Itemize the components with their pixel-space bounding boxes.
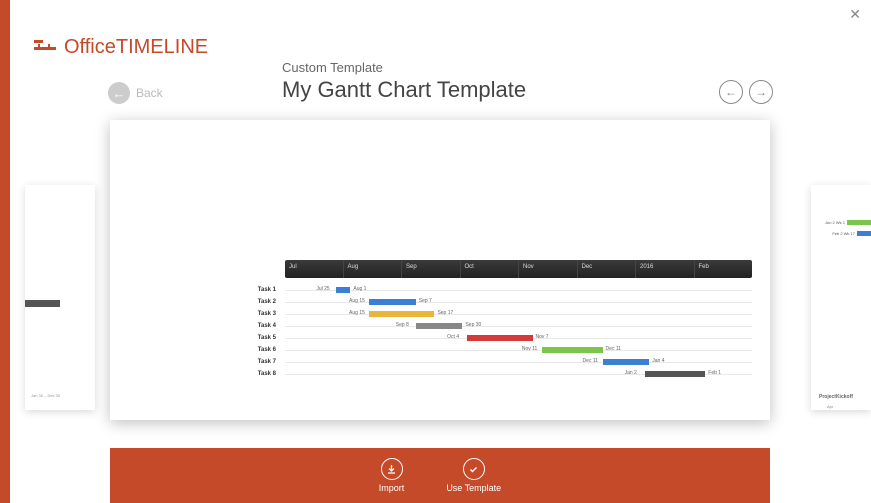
timescale-month: Dec <box>577 260 636 278</box>
page-title: My Gantt Chart Template <box>282 77 526 103</box>
task-track: Oct 4 Nov 7 <box>285 332 752 344</box>
task-label: Task 2 <box>238 299 276 305</box>
use-template-button[interactable]: Use Template <box>446 458 501 493</box>
task-track: Nov 11 Dec 11 <box>285 344 752 356</box>
gantt-row: Task 3 Aug 15 Sep 17 <box>110 308 770 320</box>
gantt-row: Task 6 Nov 11 Dec 11 <box>110 344 770 356</box>
next-template-button[interactable]: → <box>749 80 773 104</box>
use-template-label: Use Template <box>446 483 501 493</box>
task-track: Jan 2 Feb 1 <box>285 368 752 380</box>
timescale-month: Oct <box>460 260 519 278</box>
timescale-month: Feb <box>694 260 753 278</box>
task-end-label: Aug 1 <box>353 286 366 292</box>
timescale-month: Sep <box>401 260 460 278</box>
logo-text-b: TIMELINE <box>116 36 208 58</box>
task-bar <box>645 371 706 377</box>
neighbor-right-row: Feb 2 Wk 17 <box>811 228 871 239</box>
task-label: Task 5 <box>238 335 276 341</box>
neighbor-right-row: Jun 2 Wk 1 <box>811 217 871 228</box>
back-label: Back <box>136 86 163 100</box>
task-label: Task 8 <box>238 371 276 377</box>
header: Custom Template My Gantt Chart Template <box>282 60 526 103</box>
back-button[interactable]: ← Back <box>108 82 163 104</box>
gantt-row: Task 7 Dec 11 Jan 4 <box>110 356 770 368</box>
gantt-row: Task 8 Jan 2 Feb 1 <box>110 368 770 380</box>
task-start-label: Sep 8 <box>396 322 409 328</box>
task-bar <box>416 323 463 329</box>
neighbor-right-axis: Apr <box>827 404 833 409</box>
task-label: Task 7 <box>238 359 276 365</box>
action-bar: Import Use Template <box>110 448 770 503</box>
task-end-label: Sep 7 <box>419 298 432 304</box>
task-bar <box>369 299 416 305</box>
import-label: Import <box>379 483 405 493</box>
task-end-label: Sep 30 <box>465 322 481 328</box>
task-start-label: Oct 4 <box>447 334 459 340</box>
neighbor-right-title: ProjectKickoff <box>819 394 853 400</box>
logo-text: OfficeTIMELINE <box>64 36 208 59</box>
task-end-label: Jan 4 <box>652 358 664 364</box>
nav-arrows: ← → <box>719 80 773 104</box>
task-track: Sep 8 Sep 30 <box>285 320 752 332</box>
task-end-label: Dec 11 <box>606 346 621 352</box>
template-preview: JulAugSepOctNovDec2016Feb Task 1 Jul 25 Au… <box>110 120 770 420</box>
task-start-label: Nov 11 <box>522 346 537 352</box>
timescale-month: Nov <box>518 260 577 278</box>
task-bar <box>336 287 350 293</box>
prev-template-button[interactable]: ← <box>719 80 743 104</box>
neighbor-right-row-label: Feb 2 Wk 17 <box>832 231 855 236</box>
subtitle: Custom Template <box>282 60 526 75</box>
timescale-month: Aug <box>343 260 402 278</box>
task-start-label: Aug 15 <box>349 298 365 304</box>
task-bar <box>542 347 603 353</box>
neighbor-right-row-bar <box>847 220 871 225</box>
side-accent <box>0 0 10 503</box>
task-bar <box>603 359 650 365</box>
neighbor-left-footer: Jan 30 – Dec 30 <box>31 393 60 398</box>
gantt-rows: Task 1 Jul 25 Aug 1 Task 2 Aug 15 Sep 7 Task 3… <box>110 284 770 380</box>
neighbor-left-bar <box>25 300 60 307</box>
back-arrow-icon: ← <box>108 82 130 104</box>
gantt-timescale: JulAugSepOctNovDec2016Feb <box>285 260 752 278</box>
gantt-row: Task 5 Oct 4 Nov 7 <box>110 332 770 344</box>
neighbor-right-rows: Jun 2 Wk 1 Feb 2 Wk 17 <box>811 217 871 239</box>
app-logo: OfficeTIMELINE <box>34 36 208 59</box>
task-track: Jul 25 Aug 1 <box>285 284 752 296</box>
logo-icon <box>34 40 56 56</box>
neighbor-preview-right[interactable]: Jun 2 Wk 1 Feb 2 Wk 17 ProjectKickoff Apr <box>811 185 871 410</box>
logo-text-a: Office <box>64 36 116 58</box>
task-end-label: Sep 17 <box>437 310 453 316</box>
task-start-label: Dec 11 <box>583 358 598 364</box>
task-label: Task 4 <box>238 323 276 329</box>
gantt-row: Task 2 Aug 15 Sep 7 <box>110 296 770 308</box>
task-label: Task 6 <box>238 347 276 353</box>
close-button[interactable]: ✕ <box>849 6 861 23</box>
neighbor-preview-left[interactable]: Jan 30 – Dec 30 <box>25 185 95 410</box>
neighbor-right-row-bar <box>857 231 871 236</box>
task-bar <box>369 311 434 317</box>
task-end-label: Feb 1 <box>708 370 721 376</box>
gantt-row: Task 1 Jul 25 Aug 1 <box>110 284 770 296</box>
task-label: Task 3 <box>238 311 276 317</box>
task-start-label: Jul 25 <box>316 286 329 292</box>
task-start-label: Aug 15 <box>349 310 365 316</box>
task-end-label: Nov 7 <box>536 334 549 340</box>
timescale-month: Jul <box>285 260 343 278</box>
task-track: Dec 11 Jan 4 <box>285 356 752 368</box>
gantt-chart: JulAugSepOctNovDec2016Feb Task 1 Jul 25 Au… <box>110 260 770 380</box>
download-icon <box>381 458 403 480</box>
task-start-label: Jan 2 <box>625 370 637 376</box>
task-label: Task 1 <box>238 287 276 293</box>
task-bar <box>467 335 532 341</box>
timescale-month: 2016 <box>635 260 694 278</box>
neighbor-right-row-label: Jun 2 Wk 1 <box>825 220 845 225</box>
task-track: Aug 15 Sep 7 <box>285 296 752 308</box>
import-button[interactable]: Import <box>379 458 405 493</box>
task-track: Aug 15 Sep 17 <box>285 308 752 320</box>
check-icon <box>463 458 485 480</box>
gantt-row: Task 4 Sep 8 Sep 30 <box>110 320 770 332</box>
